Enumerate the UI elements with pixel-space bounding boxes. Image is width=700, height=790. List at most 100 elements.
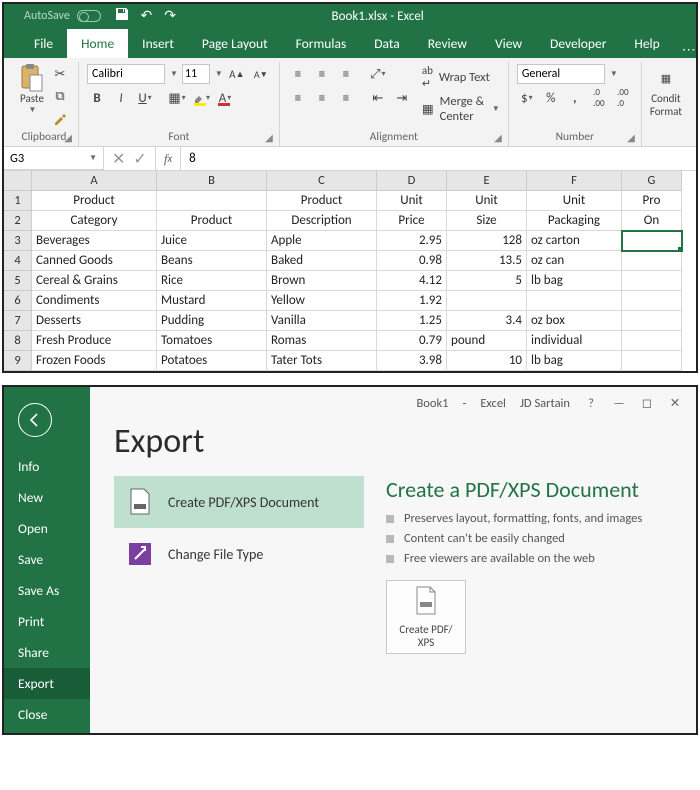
header-cell[interactable] — [157, 191, 267, 211]
cell[interactable] — [622, 331, 682, 351]
cell[interactable]: Cereal & Grains — [32, 271, 157, 291]
cell[interactable] — [622, 351, 682, 371]
cell[interactable]: Tomatoes — [157, 331, 267, 351]
tab-page-layout[interactable]: Page Layout — [188, 29, 282, 58]
restore-button[interactable]: ◻ — [640, 395, 654, 411]
percent-format-button[interactable]: % — [541, 88, 561, 108]
spreadsheet-grid[interactable]: 123456789 ABCDEFG ProductProductUnitUnit… — [4, 171, 696, 371]
col-header-B[interactable]: B — [157, 171, 267, 191]
copy-button[interactable]: ⧉ — [50, 86, 70, 106]
header-cell[interactable]: Size — [447, 211, 527, 231]
cell[interactable]: Desserts — [32, 311, 157, 331]
fx-icon[interactable]: fx — [156, 147, 181, 170]
merge-center-button[interactable]: ▦ Merge & Center ▼ — [422, 94, 500, 124]
row-header-2[interactable]: 2 — [4, 211, 32, 231]
header-cell[interactable]: Unit — [527, 191, 622, 211]
export-option-1[interactable]: Change File Type — [114, 528, 364, 580]
cell[interactable]: 128 — [447, 231, 527, 251]
cell[interactable]: lb bag — [527, 271, 622, 291]
header-cell[interactable]: On — [622, 211, 682, 231]
minimize-button[interactable]: — — [612, 396, 626, 411]
cell[interactable]: lb bag — [527, 351, 622, 371]
cell[interactable]: Potatoes — [157, 351, 267, 371]
cell[interactable]: oz box — [527, 311, 622, 331]
cell[interactable]: 13.5 — [447, 251, 527, 271]
row-header-5[interactable]: 5 — [4, 271, 32, 291]
header-cell[interactable]: Packaging — [527, 211, 622, 231]
font-size-combo[interactable] — [182, 64, 210, 84]
cell[interactable]: Vanilla — [267, 311, 377, 331]
header-cell[interactable]: Product — [32, 191, 157, 211]
increase-font-button[interactable]: A▲ — [227, 64, 247, 84]
tab-insert[interactable]: Insert — [128, 29, 188, 58]
nav-save[interactable]: Save — [4, 544, 90, 575]
cell[interactable]: Beverages — [32, 231, 157, 251]
tab-help[interactable]: Help — [620, 29, 673, 58]
col-header-G[interactable]: G — [622, 171, 682, 191]
font-color-button[interactable]: A▾ — [215, 88, 235, 108]
cell[interactable]: 1.92 — [377, 291, 447, 311]
header-cell[interactable]: Price — [377, 211, 447, 231]
conditional-formatting-button[interactable]: ▦ Condit Format — [650, 64, 682, 118]
header-cell[interactable]: Description — [267, 211, 377, 231]
row-header-3[interactable]: 3 — [4, 231, 32, 251]
cell[interactable]: 1.25 — [377, 311, 447, 331]
nav-info[interactable]: Info — [4, 451, 90, 482]
number-format-combo[interactable] — [517, 64, 605, 84]
tab-data[interactable]: Data — [360, 29, 413, 58]
cell[interactable]: Rice — [157, 271, 267, 291]
chevron-down-icon[interactable]: ▼ — [215, 69, 223, 79]
cell[interactable]: 4.12 — [377, 271, 447, 291]
header-cell[interactable]: Product — [267, 191, 377, 211]
cell[interactable]: 0.79 — [377, 331, 447, 351]
align-bottom-button[interactable]: ≡ — [336, 64, 356, 84]
select-all-corner[interactable] — [4, 171, 32, 191]
row-header-4[interactable]: 4 — [4, 251, 32, 271]
cell[interactable]: Canned Goods — [32, 251, 157, 271]
tell-me-icon[interactable]: ⋯ — [682, 41, 696, 58]
col-header-D[interactable]: D — [377, 171, 447, 191]
cell[interactable]: Tater Tots — [267, 351, 377, 371]
cell[interactable]: Mustard — [157, 291, 267, 311]
tab-developer[interactable]: Developer — [536, 29, 620, 58]
chevron-down-icon[interactable]: ▼ — [170, 69, 178, 79]
nav-close[interactable]: Close — [4, 699, 90, 730]
cell[interactable]: individual — [527, 331, 622, 351]
undo-icon[interactable]: ↶ — [141, 7, 153, 25]
export-option-0[interactable]: Create PDF/XPS Document — [114, 476, 364, 528]
decrease-decimal-button[interactable]: .00.0 — [613, 88, 633, 108]
borders-button[interactable]: ▦▾ — [167, 88, 187, 108]
nav-share[interactable]: Share — [4, 637, 90, 668]
redo-icon[interactable]: ↷ — [164, 7, 176, 25]
align-center-button[interactable]: ≡ — [312, 88, 332, 108]
header-cell[interactable]: Category — [32, 211, 157, 231]
col-header-E[interactable]: E — [447, 171, 527, 191]
cell[interactable]: Apple — [267, 231, 377, 251]
nav-save-as[interactable]: Save As — [4, 575, 90, 606]
col-header-F[interactable]: F — [527, 171, 622, 191]
increase-indent-button[interactable]: ⇥ — [392, 88, 412, 108]
header-cell[interactable]: Unit — [447, 191, 527, 211]
tab-view[interactable]: View — [481, 29, 536, 58]
cell[interactable]: 0.98 — [377, 251, 447, 271]
font-name-combo[interactable] — [87, 64, 165, 84]
formula-bar[interactable]: 8 — [181, 151, 696, 166]
cell[interactable] — [622, 311, 682, 331]
cell[interactable]: pound — [447, 331, 527, 351]
cell[interactable] — [622, 291, 682, 311]
col-header-A[interactable]: A — [32, 171, 157, 191]
autosave-toggle[interactable]: AutoSave — [24, 9, 101, 23]
nav-new[interactable]: New — [4, 482, 90, 513]
nav-print[interactable]: Print — [4, 606, 90, 637]
decrease-font-button[interactable]: A▼ — [251, 64, 271, 84]
dialog-launcher-icon[interactable]: ◢ — [494, 131, 502, 144]
align-top-button[interactable]: ≡ — [288, 64, 308, 84]
fill-color-button[interactable]: ▾ — [191, 88, 211, 108]
increase-decimal-button[interactable]: .0.00 — [589, 88, 609, 108]
cut-button[interactable]: ✂ — [50, 64, 70, 84]
decrease-indent-button[interactable]: ⇤ — [368, 88, 388, 108]
accounting-format-button[interactable]: $▾ — [517, 88, 537, 108]
row-header-8[interactable]: 8 — [4, 331, 32, 351]
col-header-C[interactable]: C — [267, 171, 377, 191]
cell[interactable]: Juice — [157, 231, 267, 251]
